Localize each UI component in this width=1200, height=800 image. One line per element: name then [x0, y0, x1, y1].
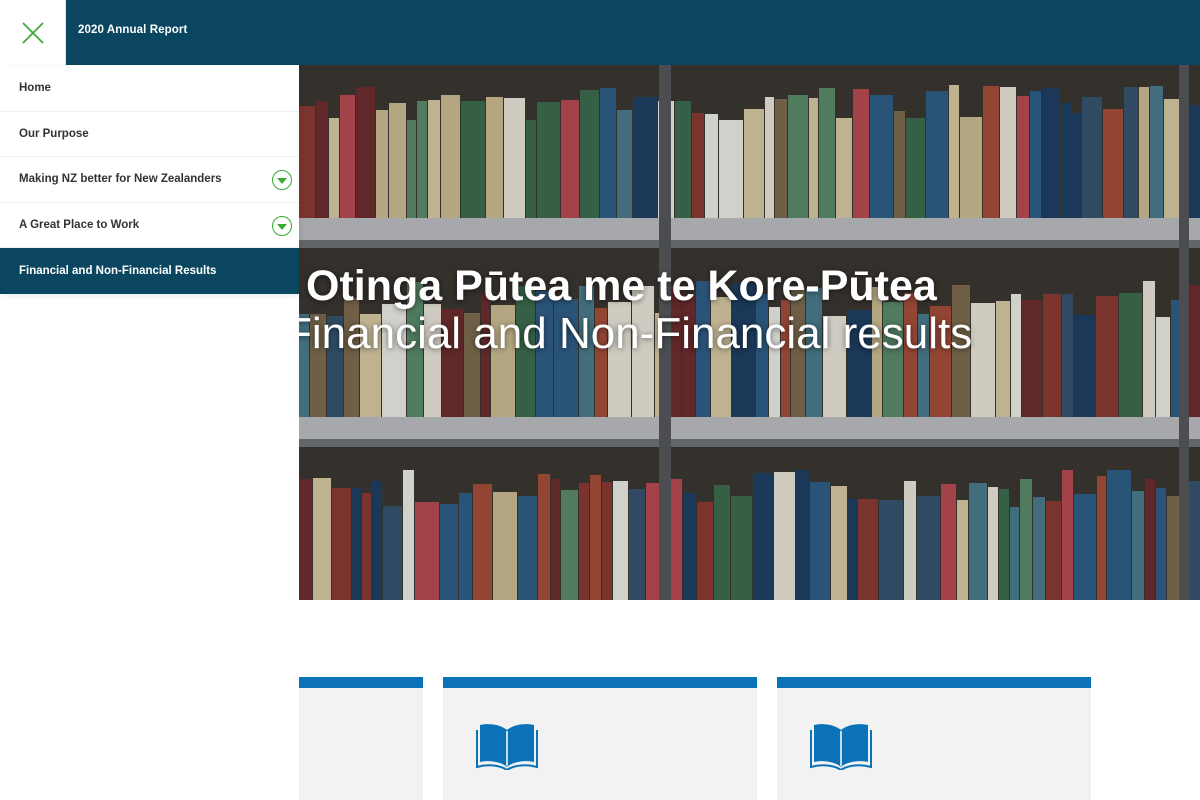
menu-item-label: Our Purpose: [19, 127, 89, 140]
menu-item-label: A Great Place to Work: [19, 218, 140, 231]
menu-item-label: Financial and Non-Financial Results: [19, 264, 217, 277]
open-book-icon: [476, 724, 538, 770]
open-book-icon: [810, 724, 872, 770]
chevron-down-icon[interactable]: [272, 215, 292, 236]
menu-item-financial-results[interactable]: Financial and Non-Financial Results: [0, 248, 299, 294]
content-card[interactable]: [777, 677, 1091, 800]
content-card[interactable]: [299, 677, 423, 800]
content-card[interactable]: [443, 677, 757, 800]
top-header: 2020 Annual Report: [0, 0, 1200, 66]
menu-item-making-nz-better[interactable]: Making NZ better for New Zealanders: [0, 157, 299, 203]
menu-item-label: Home: [19, 82, 51, 95]
hero-banner: Otinga Pūtea me te Kore-Pūtea Financial …: [299, 65, 1200, 600]
side-menu: Home Our Purpose Making NZ better for Ne…: [0, 66, 299, 294]
report-title[interactable]: 2020 Annual Report: [78, 24, 187, 36]
menu-item-great-place-to-work[interactable]: A Great Place to Work: [0, 203, 299, 248]
menu-item-our-purpose[interactable]: Our Purpose: [0, 112, 299, 157]
hero-title-english: Financial and Non-Financial results: [299, 309, 973, 358]
menu-item-label: Making NZ better for New Zealanders: [19, 173, 222, 186]
close-icon: [21, 22, 44, 44]
chevron-down-icon[interactable]: [272, 170, 292, 190]
menu-item-home[interactable]: Home: [0, 66, 299, 112]
hero-title-maori: Otinga Pūtea me te Kore-Pūtea: [306, 262, 937, 310]
close-menu-button[interactable]: [0, 0, 66, 66]
